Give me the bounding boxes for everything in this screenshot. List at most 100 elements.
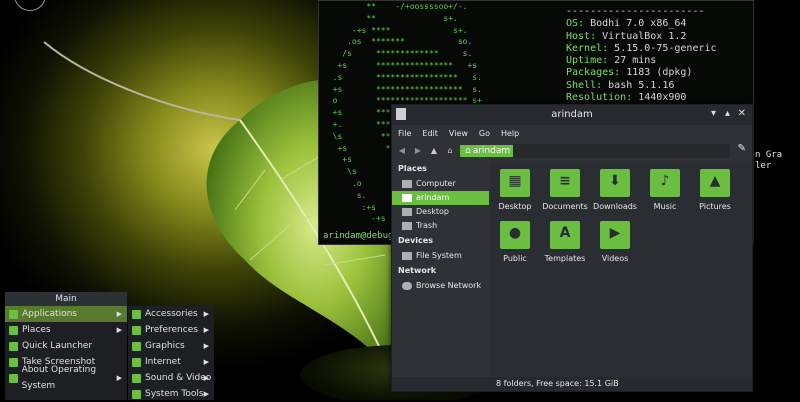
menu-help[interactable]: Help — [501, 129, 519, 138]
file-manager-window[interactable]: arindam ▾ ▴ ✕ File Edit View Go Help ◀ ▶… — [391, 104, 753, 392]
sidebar-section-places: Places — [398, 164, 427, 173]
sidebar-item-label: Computer — [416, 179, 456, 188]
menu-item-label: About Operating System — [21, 365, 97, 391]
sidebar: Places Computer arindam Desktop Trash De… — [392, 161, 489, 391]
sysinfo-key: Uptime: — [566, 55, 615, 67]
menu-edit[interactable]: Edit — [422, 129, 438, 138]
chevron-right-icon: ▶ — [116, 326, 122, 334]
submenu-item-accessories[interactable]: Accessories ▶ — [128, 306, 214, 322]
menu-item-places[interactable]: Places ▶ — [5, 322, 127, 338]
main-menu: Main Applications ▶ Places ▶ Quick Launche… — [5, 292, 127, 400]
drive-icon — [402, 252, 412, 260]
chevron-right-icon: ▶ — [203, 374, 209, 382]
chevron-right-icon: ▶ — [203, 326, 209, 334]
sidebar-item-browse-network[interactable]: Browse Network — [392, 279, 489, 293]
folder-downloads[interactable]: ⬇ Downloads — [590, 169, 640, 211]
sidebar-item-label: File System — [416, 251, 462, 260]
folder-label: Music — [653, 202, 677, 211]
close-icon[interactable]: ✕ — [738, 108, 746, 119]
back-arrow-icon[interactable]: ◀ — [396, 144, 408, 158]
sysinfo-value: 27 mins — [614, 55, 657, 67]
path-bar[interactable] — [513, 144, 730, 158]
sysinfo-key: Packages: — [566, 67, 627, 79]
submenu-item-sound-video[interactable]: Sound & Video ▶ — [128, 370, 214, 386]
maximize-icon[interactable]: ▴ — [725, 108, 730, 119]
sysinfo-key: OS: — [566, 18, 591, 30]
sidebar-item-label: Browse Network — [416, 281, 482, 290]
about-icon — [9, 373, 18, 383]
chevron-right-icon: ▶ — [203, 342, 209, 350]
terminal-prompt[interactable]: arindam@debug — [323, 231, 393, 241]
quick-launcher-icon — [9, 341, 18, 351]
up-arrow-icon[interactable]: ▲ — [428, 144, 440, 158]
desktop-grid-icon: ▦ — [500, 169, 530, 197]
documents-icon: ≡ — [550, 169, 580, 197]
menu-item-label: Graphics — [145, 341, 185, 351]
folder-label: Desktop — [498, 202, 532, 211]
menu-item-label: Internet — [145, 357, 181, 367]
network-icon — [402, 282, 412, 290]
folder-desktop[interactable]: ▦ Desktop — [490, 169, 540, 211]
folder-label: Downloads — [593, 202, 637, 211]
menu-item-label: Quick Launcher — [22, 341, 93, 351]
sysinfo-row: Kernel: 5.15.0-75-generic — [566, 42, 753, 55]
minimize-icon[interactable]: ▾ — [711, 108, 716, 119]
folder-pictures[interactable]: ▲ Pictures — [690, 169, 740, 211]
submenu-item-preferences[interactable]: Preferences ▶ — [128, 322, 214, 338]
chevron-right-icon: ▶ — [116, 374, 122, 382]
forward-arrow-icon[interactable]: ▶ — [412, 144, 424, 158]
sysinfo-row: Shell: bash 5.1.16 — [566, 79, 753, 92]
folder-label: Pictures — [699, 202, 731, 211]
background-text-line: ler — [755, 161, 772, 171]
submenu-item-graphics[interactable]: Graphics ▶ — [128, 338, 214, 354]
folder-public[interactable]: ● Public — [490, 221, 540, 263]
sidebar-item-label: Desktop — [416, 207, 449, 216]
menu-view[interactable]: View — [449, 129, 468, 138]
sidebar-item-trash[interactable]: Trash — [392, 219, 489, 233]
accessories-icon — [132, 309, 141, 319]
window-titlebar[interactable]: arindam ▾ ▴ ✕ — [392, 105, 752, 125]
sidebar-item-desktop[interactable]: Desktop — [392, 205, 489, 219]
background-window-text: n Gra ler — [755, 150, 782, 172]
menu-file[interactable]: File — [398, 129, 411, 138]
submenu-item-internet[interactable]: Internet ▶ — [128, 354, 214, 370]
preferences-icon — [132, 325, 141, 335]
folder-videos[interactable]: ▶ Videos — [590, 221, 640, 263]
sysinfo-value: 5.15.0-75-generic — [614, 42, 717, 54]
menu-item-quick-launcher[interactable]: Quick Launcher — [5, 338, 127, 354]
folder-label: Documents — [542, 202, 588, 211]
sysinfo-key: Shell: — [566, 79, 609, 91]
window-title: arindam — [551, 109, 593, 120]
folder-documents[interactable]: ≡ Documents — [540, 169, 590, 211]
clock-icon[interactable] — [14, 0, 46, 11]
folder-templates[interactable]: A Templates — [540, 221, 590, 263]
sidebar-item-home[interactable]: arindam — [392, 191, 489, 205]
sysinfo-row: Packages: 1183 (dpkg) — [566, 67, 753, 79]
background-text-line: n Gra — [755, 150, 783, 160]
sysinfo-separator: ----------------------- — [566, 6, 705, 17]
sidebar-section-devices: Devices — [398, 236, 433, 245]
menu-go[interactable]: Go — [479, 129, 490, 138]
downloads-icon: ⬇ — [600, 169, 630, 197]
sidebar-item-file-system[interactable]: File System — [392, 249, 489, 263]
menu-item-label: Places — [22, 325, 51, 335]
sidebar-section-network: Network — [398, 266, 437, 275]
main-menu-title: Main — [5, 292, 127, 306]
places-icon — [9, 325, 18, 335]
edit-path-icon[interactable]: ✎ — [738, 143, 746, 154]
menu-item-about-os[interactable]: About Operating System ▶ — [5, 365, 127, 391]
menu-item-label: Applications — [22, 309, 77, 319]
sysinfo-row: OS: Bodhi 7.0 x86_64 — [566, 18, 753, 30]
menu-item-applications[interactable]: Applications ▶ — [5, 306, 127, 322]
breadcrumb-home[interactable]: ⌂ arindam — [460, 145, 516, 157]
sidebar-item-label: arindam — [416, 193, 450, 202]
desktop-icon — [402, 208, 412, 216]
sysinfo-key: Kernel: — [566, 42, 615, 54]
folder-music[interactable]: ♪ Music — [640, 169, 690, 211]
pictures-icon: ▲ — [700, 169, 730, 197]
sidebar-item-computer[interactable]: Computer — [392, 177, 489, 191]
home-icon[interactable]: ⌂ — [444, 144, 456, 158]
graphics-icon — [132, 341, 141, 351]
folder-view[interactable]: ▦ Desktop ≡ Documents ⬇ Downloads ♪ Musi… — [490, 161, 752, 377]
sysinfo-value: Bodhi 7.0 x86_64 — [590, 18, 687, 30]
